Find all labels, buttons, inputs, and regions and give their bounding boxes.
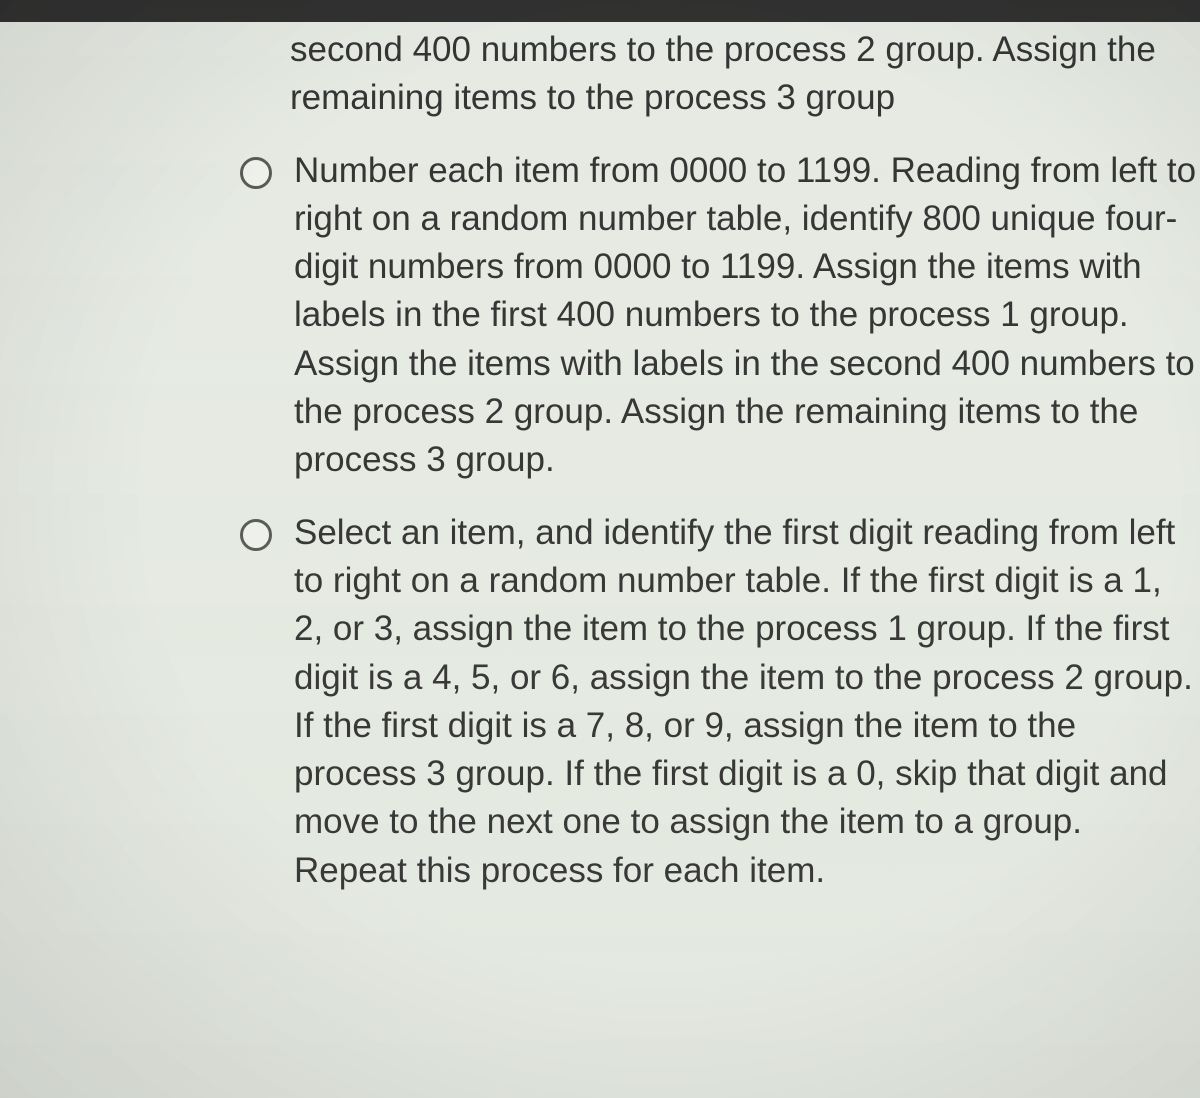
radio-unchecked-icon[interactable] — [240, 157, 272, 189]
option-a-partial-text: second 400 numbers to the process 2 grou… — [200, 26, 1200, 141]
option-c-row[interactable]: Select an item, and identify the first d… — [200, 503, 1200, 913]
question-options-area: second 400 numbers to the process 2 grou… — [0, 22, 1200, 913]
radio-unchecked-icon[interactable] — [240, 519, 272, 551]
option-b-text: Number each item from 0000 to 1199. Read… — [294, 147, 1200, 485]
window-titlebar — [0, 0, 1200, 22]
option-c-text: Select an item, and identify the first d… — [294, 509, 1200, 895]
option-b-row[interactable]: Number each item from 0000 to 1199. Read… — [200, 141, 1200, 503]
